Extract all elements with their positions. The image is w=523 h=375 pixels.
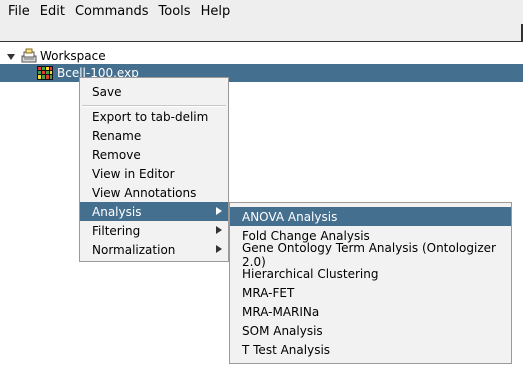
submenu-arrow-icon [216, 226, 222, 234]
menu-item-normalization[interactable]: Normalization [80, 240, 228, 259]
menu-tools[interactable]: Tools [153, 0, 195, 24]
menu-item-save[interactable]: Save [80, 82, 228, 101]
menu-commands[interactable]: Commands [69, 0, 153, 24]
submenu-item-mra-fet[interactable]: MRA-FET [230, 283, 511, 302]
workspace-icon [21, 48, 37, 63]
submenu-item-anova[interactable]: ANOVA Analysis [230, 207, 511, 226]
menu-bar: File Edit Commands Tools Help [0, 0, 523, 24]
menu-help[interactable]: Help [195, 0, 235, 24]
submenu-item-gene-ontology[interactable]: Gene Ontology Term Analysis (Ontologizer… [230, 241, 511, 269]
analysis-submenu: ANOVA Analysis Fold Change Analysis Gene… [229, 202, 512, 364]
menu-item-export[interactable]: Export to tab-delim [80, 107, 228, 126]
menu-edit[interactable]: Edit [34, 0, 69, 24]
menu-item-view-in-editor[interactable]: View in Editor [80, 164, 228, 183]
tree-node-label: Workspace [40, 49, 106, 63]
submenu-arrow-icon [216, 245, 222, 253]
menu-item-view-annotations[interactable]: View Annotations [80, 183, 228, 202]
toolbar-strip [0, 24, 523, 42]
submenu-arrow-icon [216, 207, 222, 215]
menu-file[interactable]: File [0, 0, 34, 24]
menu-item-analysis[interactable]: Analysis [80, 202, 228, 221]
submenu-item-som[interactable]: SOM Analysis [230, 321, 511, 340]
menu-item-remove[interactable]: Remove [80, 145, 228, 164]
context-menu: Save Export to tab-delim Rename Remove V… [79, 77, 229, 262]
submenu-item-mra-marina[interactable]: MRA-MARINa [230, 302, 511, 321]
submenu-item-t-test[interactable]: T Test Analysis [230, 340, 511, 359]
tree-node-workspace[interactable]: Workspace [6, 47, 106, 65]
menu-item-filtering[interactable]: Filtering [80, 221, 228, 240]
heatmap-icon [37, 66, 53, 80]
submenu-item-hierarchical-clustering[interactable]: Hierarchical Clustering [230, 264, 511, 283]
menu-item-rename[interactable]: Rename [80, 126, 228, 145]
expand-toggle-icon[interactable] [6, 51, 16, 61]
